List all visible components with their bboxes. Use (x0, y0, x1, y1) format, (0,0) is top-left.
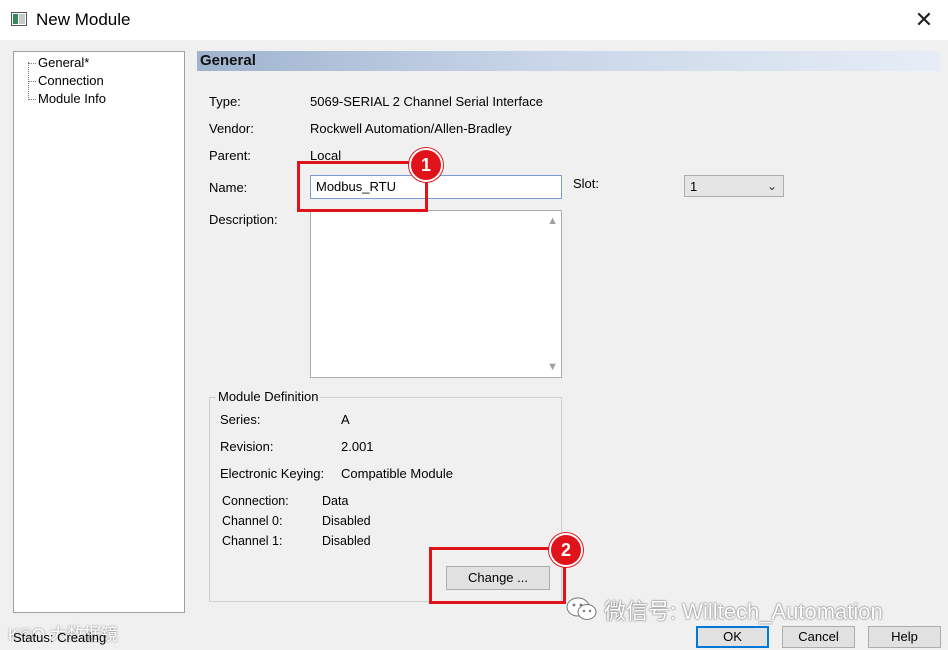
section-header: General (197, 51, 940, 71)
keying-label: Electronic Keying: (220, 466, 325, 481)
type-label: Type: (209, 94, 241, 109)
vendor-label: Vendor: (209, 121, 254, 136)
channel1-label: Channel 1: (222, 534, 283, 548)
section-header-title: General (200, 52, 256, 69)
help-button[interactable]: Help (868, 626, 941, 648)
chevron-down-icon: ⌄ (766, 179, 777, 193)
series-label: Series: (220, 412, 261, 427)
window-title: New Module (36, 10, 131, 29)
tree-item-general[interactable]: General* (27, 55, 89, 70)
highlight-change-box (429, 547, 566, 604)
close-icon[interactable]: ✕ (912, 8, 936, 32)
description-textarea[interactable]: ▲ ▼ (310, 210, 562, 378)
status-text: Status: Creating (13, 630, 107, 645)
watermark-wechat: 微信号: Willtech_Automation (604, 599, 883, 624)
description-label: Description: (209, 212, 278, 227)
revision-label: Revision: (220, 439, 274, 454)
highlight-name-box (297, 161, 428, 212)
slot-select-value: 1 (690, 179, 698, 194)
annotation-badge-2: 2 (549, 533, 583, 567)
vendor-value: Rockwell Automation/Allen-Bradley (310, 121, 512, 136)
slot-label: Slot: (573, 176, 600, 191)
annotation-badge-1: 1 (409, 148, 443, 182)
scroll-down-icon[interactable]: ▼ (547, 361, 558, 373)
revision-value: 2.001 (341, 439, 374, 454)
wechat-icon (566, 597, 597, 620)
cancel-button[interactable]: Cancel (782, 626, 855, 648)
title-bar (0, 0, 948, 40)
tree-item-module-info[interactable]: Module Info (28, 91, 106, 106)
keying-value: Compatible Module (341, 466, 454, 481)
app-icon (11, 12, 27, 26)
channel1-value: Disabled (322, 534, 371, 548)
module-definition-title: Module Definition (216, 389, 321, 404)
ok-button[interactable]: OK (696, 626, 769, 648)
series-value: A (341, 412, 350, 427)
channel0-label: Channel 0: (222, 514, 283, 528)
parent-label: Parent: (209, 148, 251, 163)
tree-item-connection[interactable]: Connection (28, 73, 104, 88)
connection-label: Connection: (222, 494, 289, 508)
type-value: 5069-SERIAL 2 Channel Serial Interface (310, 94, 543, 109)
connection-value: Data (322, 494, 349, 508)
channel0-value: Disabled (322, 514, 371, 528)
scroll-up-icon[interactable]: ▲ (547, 215, 558, 227)
slot-select[interactable]: 1 ⌄ (684, 175, 784, 197)
category-tree: General* Connection Module Info (13, 51, 185, 613)
name-label: Name: (209, 180, 248, 195)
